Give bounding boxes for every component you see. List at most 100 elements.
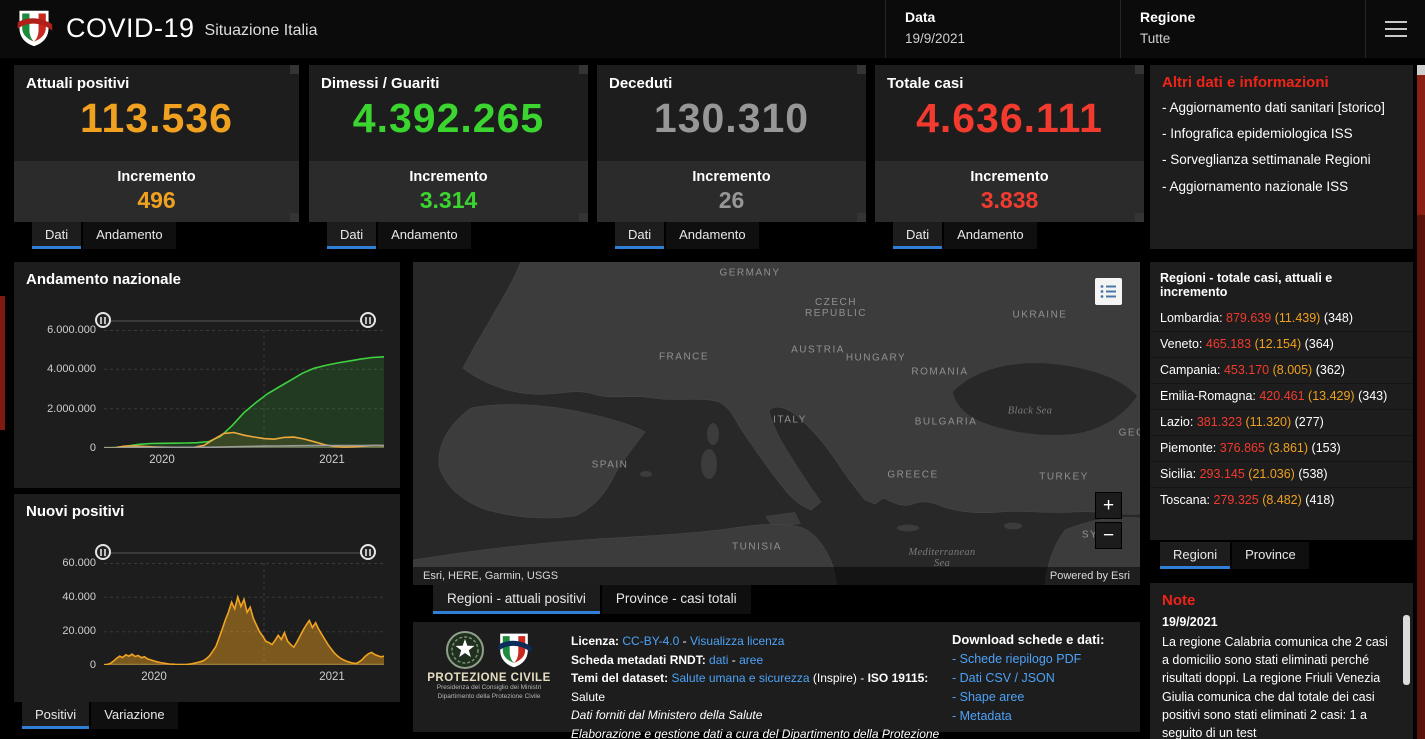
region-increment: (364): [1305, 337, 1334, 351]
region-total: 376.865: [1220, 441, 1265, 455]
zoom-out-button[interactable]: −: [1095, 522, 1122, 549]
chart-title: Andamento nazionale: [14, 262, 400, 292]
region-row: Lombardia: 879.639 (11.439) (348): [1150, 306, 1413, 331]
increment-box: Incremento 496: [14, 161, 299, 222]
region-increment: (348): [1324, 311, 1353, 325]
time-slider-track[interactable]: [103, 552, 368, 554]
tab-positivi[interactable]: Positivi: [22, 702, 89, 729]
hamburger-menu-icon[interactable]: [1385, 21, 1407, 42]
date-selector[interactable]: Data 19/9/2021: [905, 9, 965, 46]
tab-andamento[interactable]: Andamento: [944, 222, 1037, 249]
increment-label: Incremento: [309, 161, 588, 185]
region-selector[interactable]: Regione Tutte: [1140, 9, 1195, 46]
country-label-georgia: GEO: [1119, 428, 1140, 439]
download-shape-link[interactable]: - Shape aree: [952, 690, 1132, 704]
time-slider-handle-left[interactable]: [95, 544, 111, 560]
increment-label: Incremento: [875, 161, 1144, 185]
tab-province-casi[interactable]: Province - casi totali: [602, 585, 751, 614]
map-tabs: Regioni - attuali positivi Province - ca…: [433, 585, 753, 614]
download-csv-json-link[interactable]: - Dati CSV / JSON: [952, 671, 1132, 685]
note-scrollbar-thumb[interactable]: [1403, 615, 1410, 685]
header-divider: [1120, 0, 1121, 58]
date-label: Data: [905, 9, 965, 25]
region-row: Sicilia: 293.145 (21.036) (538): [1150, 461, 1413, 487]
powered-by-esri: Powered by Esri: [1050, 570, 1130, 582]
org-sub2: Dipartimento della Protezione Civile: [413, 693, 565, 702]
download-pdf-link[interactable]: - Schede riepilogo PDF: [952, 652, 1132, 666]
increment-label: Incremento: [597, 161, 866, 185]
nuovi-positivi-area-chart: [104, 563, 384, 665]
zoom-in-button[interactable]: +: [1095, 492, 1122, 519]
tab-regioni[interactable]: Regioni: [1160, 542, 1230, 569]
x-tick-2020: 2020: [124, 671, 184, 683]
y-tick: 20.000: [14, 625, 96, 637]
y-tick: 4.000.000: [14, 363, 96, 375]
scrollbar-up-button[interactable]: [1417, 65, 1425, 75]
scrollbar-thumb[interactable]: [1417, 75, 1425, 215]
region-row: Campania: 453.170 (8.005) (362): [1150, 357, 1413, 383]
link-aggiornamento-sanitari[interactable]: - Aggiornamento dati sanitari [storico]: [1150, 95, 1413, 121]
country-label-czech: CZECH REPUBLIC: [796, 297, 876, 319]
stat-title: Dimessi / Guariti: [309, 65, 588, 92]
attuali-tabs: Dati Andamento: [32, 222, 178, 249]
view-license-link[interactable]: Visualizza licenza: [690, 634, 785, 648]
region-attuali: (21.036): [1248, 467, 1295, 481]
nuovi-positivi-panel: Nuovi positivi 60.000 40.000 20.000 0 20…: [14, 494, 400, 702]
scrollbar-arrow[interactable]: [290, 65, 299, 74]
tab-andamento[interactable]: Andamento: [666, 222, 759, 249]
country-label-romania: ROMANIA: [911, 367, 968, 378]
tab-regioni-attuali[interactable]: Regioni - attuali positivi: [433, 585, 600, 614]
scrollbar-arrow[interactable]: [579, 65, 588, 74]
link-aggiornamento-iss[interactable]: - Aggiornamento nazionale ISS: [1150, 174, 1413, 200]
note-body: 19/9/2021 La regione Calabria comunica c…: [1150, 613, 1413, 739]
x-tick-2021: 2021: [302, 671, 362, 683]
region-total: 465.183: [1206, 337, 1251, 351]
increment-value: 3.314: [309, 187, 588, 214]
scrollbar-arrow[interactable]: [857, 213, 866, 222]
tab-variazione[interactable]: Variazione: [91, 702, 177, 729]
tab-andamento[interactable]: Andamento: [378, 222, 471, 249]
tab-dati[interactable]: Dati: [615, 222, 664, 249]
tab-dati[interactable]: Dati: [327, 222, 376, 249]
time-slider-handle-right[interactable]: [360, 544, 376, 560]
scrollbar-arrow[interactable]: [579, 213, 588, 222]
org-name: PROTEZIONE CIVILE: [413, 672, 565, 684]
andamento-nazionale-panel: Andamento nazionale 6.000.000 4.000.000 …: [14, 262, 400, 488]
metadata-dati-link[interactable]: dati: [709, 653, 728, 667]
license-link[interactable]: CC-BY-4.0: [622, 634, 679, 648]
scrollbar-arrow[interactable]: [857, 65, 866, 74]
altri-dati-panel: Altri dati e informazioni - Aggiornament…: [1150, 65, 1413, 249]
region-name: Lombardia:: [1160, 311, 1223, 325]
europe-map[interactable]: GERMANY CZECH REPUBLIC AUSTRIA HUNGARY U…: [413, 262, 1140, 585]
tab-andamento[interactable]: Andamento: [83, 222, 176, 249]
totale-tabs: Dati Andamento: [893, 222, 1039, 249]
y-tick: 60.000: [14, 557, 96, 569]
time-slider-handle-left[interactable]: [95, 312, 111, 328]
map-legend-button[interactable]: [1095, 278, 1122, 305]
tab-dati[interactable]: Dati: [893, 222, 942, 249]
tab-province[interactable]: Province: [1232, 542, 1309, 569]
scrollbar-arrow[interactable]: [1135, 65, 1144, 74]
region-increment: (153): [1312, 441, 1341, 455]
link-infografica-iss[interactable]: - Infografica epidemiologica ISS: [1150, 121, 1413, 147]
link-sorveglianza-regioni[interactable]: - Sorveglianza settimanale Regioni: [1150, 147, 1413, 173]
tab-dati[interactable]: Dati: [32, 222, 81, 249]
page-scrollbar[interactable]: [1417, 65, 1425, 739]
time-slider-handle-right[interactable]: [360, 312, 376, 328]
region-total: 293.145: [1200, 467, 1245, 481]
left-scrollbar[interactable]: [0, 296, 5, 430]
scrollbar-arrow[interactable]: [1135, 213, 1144, 222]
scrollbar-arrow[interactable]: [290, 213, 299, 222]
metadata-aree-link[interactable]: aree: [739, 653, 763, 667]
download-title: Download schede e dati:: [952, 632, 1132, 647]
region-attuali: (11.439): [1275, 311, 1321, 325]
increment-box: Incremento 26: [597, 161, 866, 222]
time-slider-track[interactable]: [103, 320, 368, 322]
increment-label: Incremento: [14, 161, 299, 185]
temi-link[interactable]: Salute umana e sicurezza: [671, 671, 809, 685]
protezione-civile-logo: [14, 7, 54, 49]
country-label-france: FRANCE: [659, 352, 709, 363]
y-tick: 2.000.000: [14, 403, 96, 415]
download-metadata-link[interactable]: - Metadata: [952, 709, 1132, 723]
sea-label-black-sea: Black Sea: [1008, 406, 1052, 417]
